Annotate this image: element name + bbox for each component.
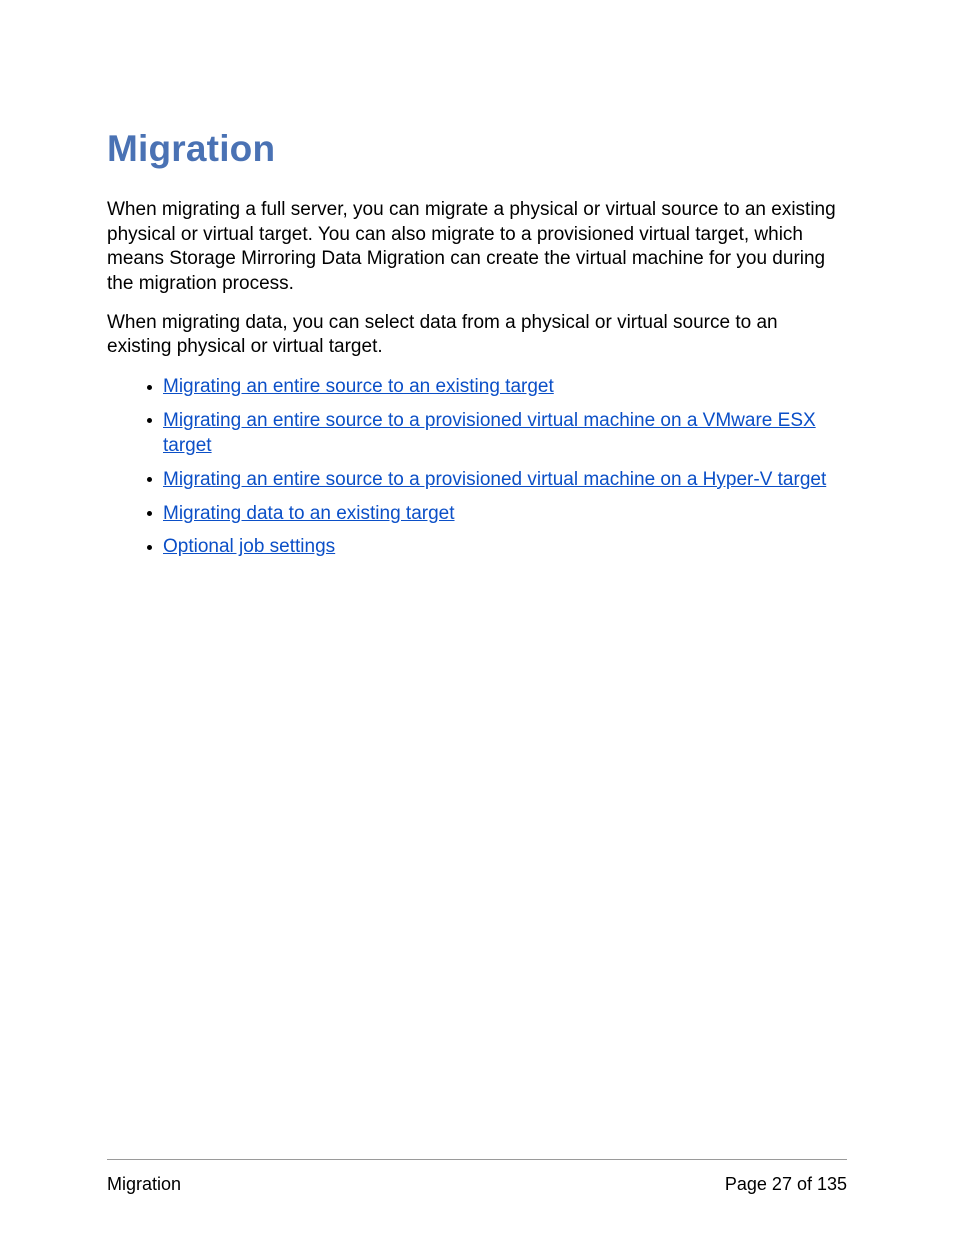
footer-page-number: Page 27 of 135	[725, 1174, 847, 1195]
body-paragraph: When migrating data, you can select data…	[107, 311, 847, 360]
document-page: Migration When migrating a full server, …	[0, 0, 954, 1235]
page-footer: Migration Page 27 of 135	[107, 1159, 847, 1195]
link-list: Migrating an entire source to an existin…	[107, 374, 847, 560]
link-migrate-vmware-esx[interactable]: Migrating an entire source to a provisio…	[163, 410, 816, 457]
list-item: Migrating an entire source to a provisio…	[149, 408, 847, 459]
link-migrate-existing-target[interactable]: Migrating an entire source to an existin…	[163, 376, 554, 397]
page-title: Migration	[107, 128, 847, 170]
link-migrate-data-existing[interactable]: Migrating data to an existing target	[163, 503, 455, 524]
link-migrate-hyper-v[interactable]: Migrating an entire source to a provisio…	[163, 469, 826, 490]
body-paragraph: When migrating a full server, you can mi…	[107, 198, 847, 297]
footer-divider	[107, 1159, 847, 1160]
list-item: Optional job settings	[149, 534, 847, 560]
list-item: Migrating an entire source to an existin…	[149, 374, 847, 400]
link-optional-job-settings[interactable]: Optional job settings	[163, 536, 335, 557]
list-item: Migrating an entire source to a provisio…	[149, 467, 847, 493]
list-item: Migrating data to an existing target	[149, 501, 847, 527]
footer-row: Migration Page 27 of 135	[107, 1174, 847, 1195]
footer-section-label: Migration	[107, 1174, 181, 1195]
